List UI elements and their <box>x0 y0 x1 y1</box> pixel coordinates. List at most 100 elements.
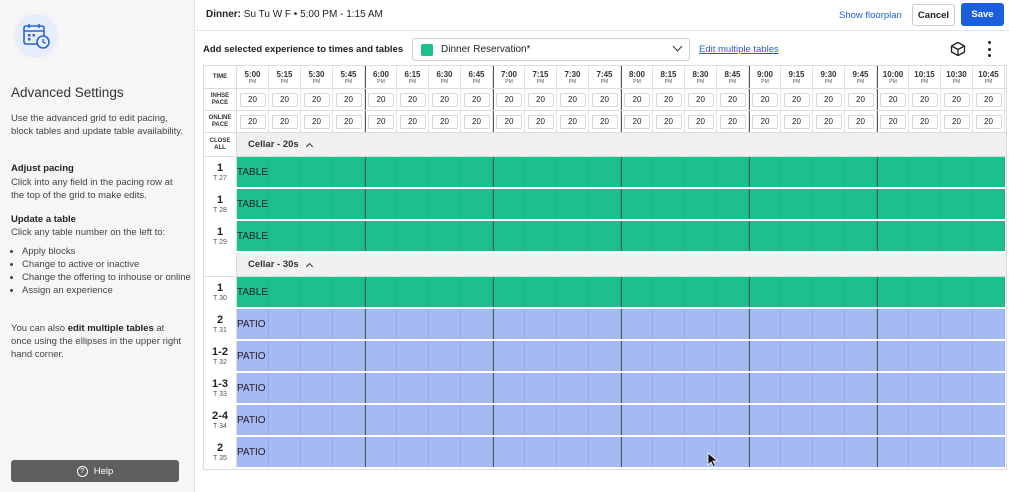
table-slot-cell[interactable] <box>653 437 685 467</box>
table-slot-cell[interactable] <box>685 405 717 435</box>
table-slot-cell[interactable] <box>365 373 397 403</box>
section-toggle[interactable]: Cellar - 20s <box>237 133 313 156</box>
table-slot-cell[interactable] <box>365 309 397 339</box>
table-slot-cell[interactable] <box>429 277 461 307</box>
table-slot-cell[interactable] <box>717 189 749 219</box>
table-slot-cell[interactable] <box>717 405 749 435</box>
table-number-button[interactable]: 1-2 T 32 <box>204 341 237 371</box>
table-slot-cell[interactable] <box>717 309 749 339</box>
table-slot-cell[interactable] <box>909 405 941 435</box>
table-slot-cell[interactable] <box>333 157 365 187</box>
table-slot-cell[interactable] <box>749 341 781 371</box>
online-pace-input[interactable]: 20 <box>815 114 842 129</box>
table-slot-cell[interactable] <box>429 309 461 339</box>
inhouse-pace-input[interactable]: 20 <box>303 92 330 107</box>
table-slot-cell[interactable] <box>685 373 717 403</box>
table-slot-cell[interactable] <box>909 437 941 467</box>
table-slot-cell[interactable] <box>557 157 589 187</box>
table-slot-cell[interactable] <box>813 189 845 219</box>
table-slot-cell[interactable] <box>461 341 493 371</box>
table-slot-cell[interactable] <box>653 189 685 219</box>
table-slot-cell[interactable] <box>909 277 941 307</box>
table-slot-cell[interactable] <box>301 341 333 371</box>
table-slot-cell[interactable] <box>557 405 589 435</box>
online-pace-input[interactable]: 20 <box>496 114 522 129</box>
table-slot-cell[interactable] <box>589 221 621 251</box>
table-slot-cell[interactable] <box>973 405 1005 435</box>
table-slot-cell[interactable] <box>301 277 333 307</box>
table-slot-cell[interactable] <box>941 405 973 435</box>
table-slot-cell[interactable] <box>781 437 813 467</box>
table-slot-cell[interactable] <box>845 341 877 371</box>
table-slot-cell[interactable] <box>269 373 301 403</box>
table-slot-cell[interactable] <box>269 189 301 219</box>
table-slot-cell[interactable] <box>909 221 941 251</box>
table-slot-cell[interactable] <box>621 157 653 187</box>
table-slot-cell[interactable] <box>237 341 269 371</box>
table-slot-cell[interactable] <box>301 373 333 403</box>
table-slot-cell[interactable] <box>493 189 525 219</box>
table-slot-cell[interactable] <box>973 373 1005 403</box>
table-slot-cell[interactable] <box>301 189 333 219</box>
table-slot-cell[interactable] <box>909 341 941 371</box>
table-slot-cell[interactable] <box>301 221 333 251</box>
table-slot-cell[interactable] <box>941 341 973 371</box>
table-slot-cell[interactable] <box>493 221 525 251</box>
table-number-button[interactable]: 2T 35 <box>204 437 237 467</box>
table-slot-cell[interactable] <box>589 373 621 403</box>
table-slot-cell[interactable] <box>877 341 909 371</box>
table-slot-cell[interactable] <box>237 189 269 219</box>
table-slot-cell[interactable] <box>397 189 429 219</box>
table-slot-cell[interactable] <box>621 189 653 219</box>
table-slot-cell[interactable] <box>333 373 365 403</box>
table-slot-cell[interactable] <box>781 221 813 251</box>
table-slot-cell[interactable] <box>749 157 781 187</box>
table-slot-cell[interactable] <box>589 157 621 187</box>
table-slot-cell[interactable] <box>525 221 557 251</box>
table-slot-cell[interactable] <box>365 341 397 371</box>
online-pace-input[interactable]: 20 <box>752 114 778 129</box>
table-slot-cell[interactable] <box>909 373 941 403</box>
table-slot-cell[interactable] <box>781 189 813 219</box>
table-slot-cell[interactable] <box>461 189 493 219</box>
table-slot-cell[interactable] <box>493 437 525 467</box>
table-slot-cell[interactable] <box>493 157 525 187</box>
inhouse-pace-input[interactable]: 20 <box>687 92 714 107</box>
table-slot-cell[interactable] <box>717 221 749 251</box>
table-slot-cell[interactable] <box>813 309 845 339</box>
table-slot-cell[interactable] <box>429 405 461 435</box>
table-slot-cell[interactable] <box>685 157 717 187</box>
table-slot-cell[interactable] <box>461 373 493 403</box>
table-slot-cell[interactable] <box>653 221 685 251</box>
online-pace-input[interactable]: 20 <box>719 114 746 129</box>
table-number-button[interactable]: 1T 27 <box>204 157 237 187</box>
edit-multiple-tables-link[interactable]: Edit multiple tables <box>699 44 779 55</box>
online-pace-input[interactable]: 20 <box>463 114 490 129</box>
table-slot-cell[interactable] <box>813 437 845 467</box>
table-number-button[interactable]: 1T 30 <box>204 277 237 307</box>
table-slot-cell[interactable] <box>749 437 781 467</box>
inhouse-pace-input[interactable]: 20 <box>463 92 490 107</box>
table-slot-cell[interactable] <box>269 405 301 435</box>
cube-icon[interactable] <box>950 41 966 57</box>
table-slot-cell[interactable] <box>237 405 269 435</box>
table-slot-cell[interactable] <box>877 437 909 467</box>
inhouse-pace-input[interactable]: 20 <box>752 92 778 107</box>
table-slot-cell[interactable] <box>461 277 493 307</box>
table-slot-cell[interactable] <box>397 277 429 307</box>
table-slot-cell[interactable] <box>973 157 1005 187</box>
table-slot-cell[interactable] <box>877 405 909 435</box>
table-slot-cell[interactable] <box>237 373 269 403</box>
online-pace-input[interactable]: 20 <box>399 114 426 129</box>
table-slot-cell[interactable] <box>525 157 557 187</box>
inhouse-pace-input[interactable]: 20 <box>655 92 682 107</box>
online-pace-input[interactable]: 20 <box>527 114 554 129</box>
table-slot-cell[interactable] <box>749 309 781 339</box>
table-slot-cell[interactable] <box>909 309 941 339</box>
table-slot-cell[interactable] <box>525 309 557 339</box>
table-slot-cell[interactable] <box>429 373 461 403</box>
online-pace-input[interactable]: 20 <box>911 114 938 129</box>
table-slot-cell[interactable] <box>621 373 653 403</box>
table-slot-cell[interactable] <box>973 341 1005 371</box>
table-slot-cell[interactable] <box>269 157 301 187</box>
